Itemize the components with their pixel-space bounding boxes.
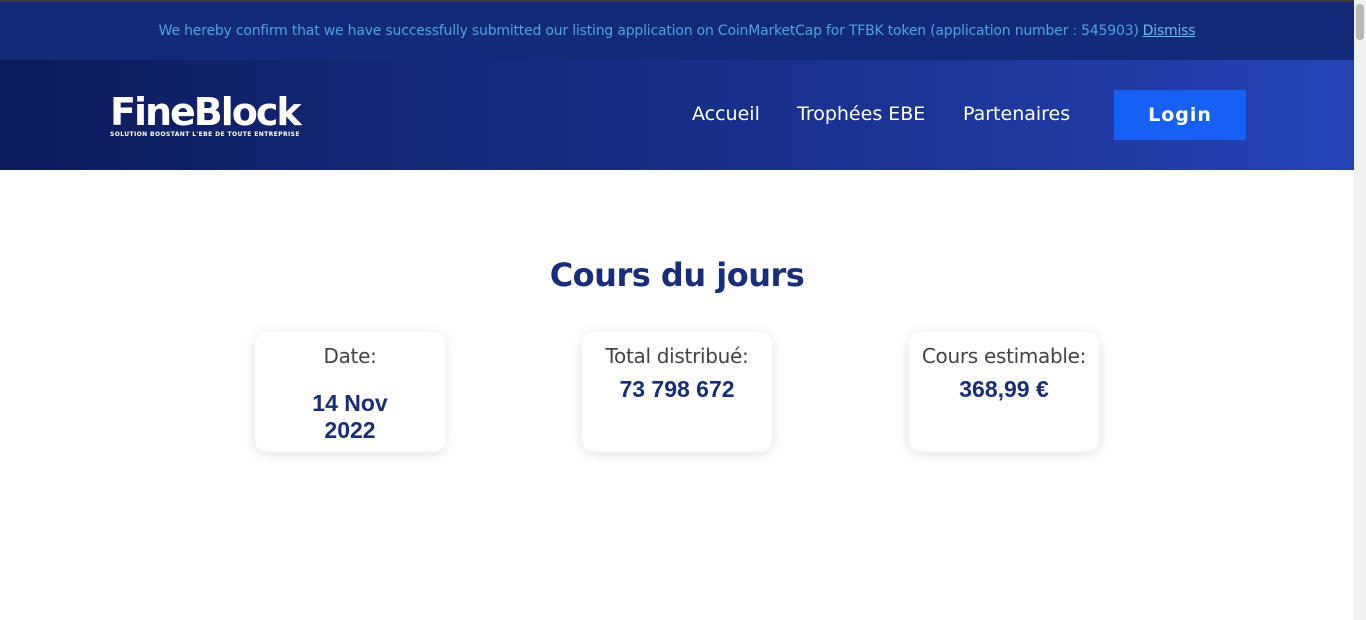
- page-title: Cours du jours: [549, 256, 805, 294]
- logo-tagline: SOLUTION BOOSTANT L'EBE DE TOUTE ENTREPR…: [110, 131, 300, 138]
- date-label: Date:: [323, 344, 377, 368]
- estimated-price-card: Cours estimable: 368,99 €: [909, 332, 1099, 452]
- logo-wordmark: FineBlock: [110, 90, 302, 134]
- nav-trophees-ebe[interactable]: Trophées EBE: [797, 103, 925, 125]
- estimated-price-value: 368,99 €: [959, 376, 1049, 402]
- date-value: 14 Nov 2022: [312, 390, 388, 443]
- total-distributed-card: Total distribué: 73 798 672: [582, 332, 772, 452]
- total-distributed-value: 73 798 672: [619, 376, 735, 402]
- notice-bar: We hereby confirm that we have successfu…: [0, 2, 1354, 60]
- nav-accueil[interactable]: Accueil: [692, 103, 760, 125]
- estimated-price-label: Cours estimable:: [921, 344, 1087, 368]
- date-card: Date: 14 Nov 2022: [255, 332, 445, 452]
- nav-partenaires[interactable]: Partenaires: [963, 103, 1070, 125]
- vertical-scrollbar[interactable]: [1354, 0, 1366, 620]
- login-button[interactable]: Login: [1114, 90, 1246, 140]
- dismiss-link[interactable]: Dismiss: [1143, 23, 1196, 39]
- site-header: FineBlock SOLUTION BOOSTANT L'EBE DE TOU…: [0, 60, 1354, 170]
- fineblock-logo[interactable]: FineBlock SOLUTION BOOSTANT L'EBE DE TOU…: [110, 93, 310, 141]
- total-distributed-label: Total distribué:: [605, 344, 749, 368]
- notice-message: We hereby confirm that we have successfu…: [158, 23, 1139, 39]
- scrollbar-thumb[interactable]: [1356, 4, 1364, 40]
